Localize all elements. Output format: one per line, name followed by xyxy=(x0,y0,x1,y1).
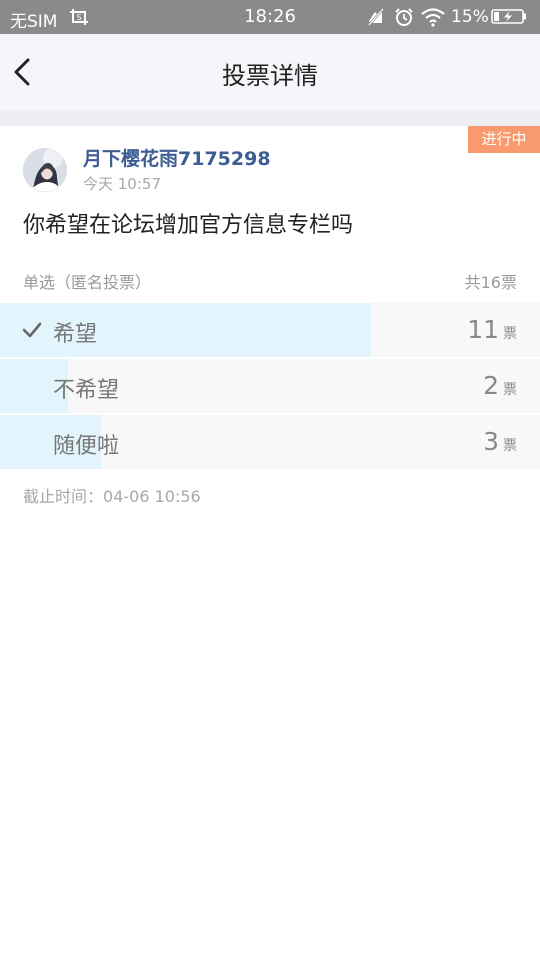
avatar[interactable] xyxy=(23,148,67,192)
page-title: 投票详情 xyxy=(222,62,318,90)
post-time: 今天 10:57 xyxy=(83,175,161,193)
deadline-value: 04-06 10:56 xyxy=(103,487,201,506)
option-label: 希望 xyxy=(53,322,98,347)
vote-count-number: 2 xyxy=(483,371,499,400)
wifi-icon xyxy=(421,8,445,27)
total-votes: 共16票 xyxy=(464,273,517,292)
poll-option[interactable]: 不希望 2票 xyxy=(0,359,540,413)
vote-unit: 票 xyxy=(503,326,517,342)
option-vote-count: 2票 xyxy=(483,371,517,400)
header: 投票详情 xyxy=(0,34,540,110)
option-vote-count: 11 票 xyxy=(467,315,517,344)
vote-count-number: 11 xyxy=(467,315,499,344)
vote-type-label: 单选（匿名投票） xyxy=(23,273,152,292)
deadline: 截止时间：04-06 10:56 xyxy=(23,483,201,507)
battery-charging-icon xyxy=(491,9,526,24)
divider xyxy=(0,110,540,126)
poll-option[interactable]: 希望 11 票 xyxy=(0,303,540,357)
vote-unit: 票 xyxy=(503,382,517,398)
option-vote-count: 3票 xyxy=(483,427,517,456)
option-label: 不希望 xyxy=(53,378,120,403)
vibrate-off-icon xyxy=(368,8,384,26)
alarm-icon xyxy=(395,8,413,26)
poll-question: 你希望在论坛增加官方信息专栏吗 xyxy=(23,213,354,238)
poll-option[interactable]: 随便啦 3票 xyxy=(0,415,540,469)
deadline-label: 截止时间： xyxy=(23,487,104,506)
check-icon xyxy=(22,322,42,338)
avatar-image xyxy=(23,148,67,192)
username[interactable]: 月下樱花雨7175298 xyxy=(83,144,271,171)
poll-options: 希望 11 票 不希望 2票 随便啦 3票 xyxy=(0,303,540,471)
vote-count-number: 3 xyxy=(483,427,499,456)
vote-unit: 票 xyxy=(503,438,517,454)
battery-percent: 15% xyxy=(451,7,489,27)
option-label: 随便啦 xyxy=(53,434,120,459)
status-bar: 无SIM S 18:26 15% xyxy=(0,0,540,34)
status-badge: 进行中 xyxy=(465,126,540,153)
